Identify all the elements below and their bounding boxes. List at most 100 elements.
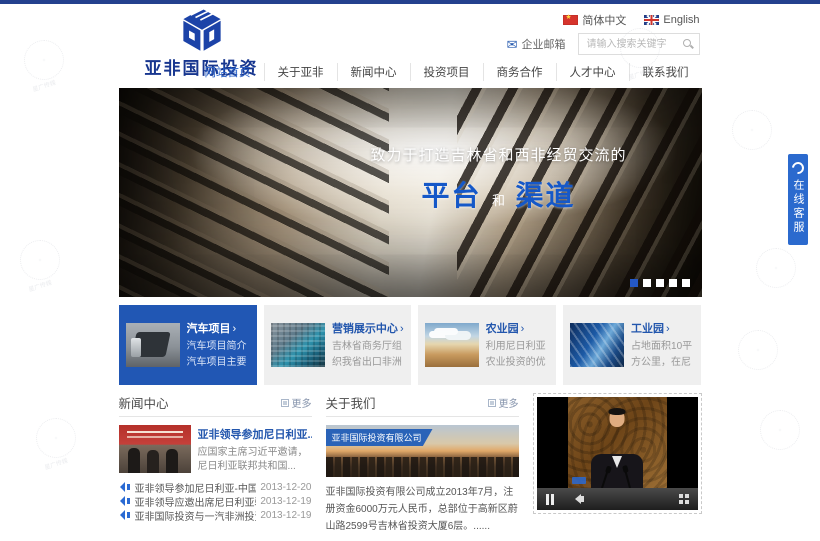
about-more-label: 更多	[499, 395, 519, 410]
carousel-dot-1[interactable]	[630, 279, 638, 287]
featured-news[interactable]: 亚非领导参加尼日利亚... 应国家主席习近平邀请，尼日利亚联邦共和国...	[119, 425, 312, 474]
industrial-photo	[570, 323, 624, 367]
online-service-tab[interactable]: 在线客服	[788, 154, 808, 245]
feature-title: 农业园	[486, 323, 519, 335]
nav-contact[interactable]: 联系我们	[629, 63, 702, 81]
search-box	[578, 33, 700, 55]
video-still-speaker	[568, 397, 667, 488]
watermark: 星广传媒	[36, 418, 76, 468]
china-flag-icon	[563, 15, 578, 25]
news-list-item[interactable]: 亚非领导参加尼日利亚-中国商务... 2013-12-20	[119, 480, 312, 494]
watermark	[760, 410, 800, 450]
carousel-dot-3[interactable]	[656, 279, 664, 287]
mailbox-label: 企业邮箱	[522, 36, 566, 52]
video-screen[interactable]	[537, 397, 698, 488]
banner-keyword-channel: 渠道	[515, 180, 575, 211]
speaker-icon	[127, 512, 130, 518]
feature-title: 汽车项目	[187, 323, 231, 335]
banner-keyword-platform: 平台	[422, 180, 482, 211]
about-more-link[interactable]: 更多	[488, 395, 519, 410]
feature-marketing-center[interactable]: 营销展示中心› 吉林省商务厅组织我省出口非洲企...	[264, 305, 411, 385]
video-player	[533, 393, 702, 514]
news-item-date: 2013-12-20	[260, 482, 311, 493]
lang-english[interactable]: English	[644, 14, 699, 26]
search-icon[interactable]	[682, 38, 694, 50]
page: 亚非国际投资 简体中文 English ✉ 企业邮箱	[0, 0, 820, 541]
video-section	[533, 393, 702, 535]
watermark	[738, 330, 778, 370]
nav-home[interactable]: 网站首页	[192, 63, 264, 81]
about-section-title: 关于我们	[326, 393, 376, 412]
news-item-text: 亚非国际投资与一汽非洲投资公司...	[135, 508, 257, 523]
news-item-date: 2013-12-19	[260, 510, 311, 521]
carousel-dot-5[interactable]	[682, 279, 690, 287]
cube-logo-icon	[177, 7, 227, 54]
utility-row: ✉ 企业邮箱	[507, 33, 700, 55]
content-columns: 新闻中心 更多 亚非领导参加尼日利亚... 应国家主席习近平邀请，尼日利亚联邦共…	[119, 393, 702, 535]
truck-photo	[126, 323, 180, 367]
more-icon	[488, 399, 496, 407]
lang-chinese-label: 简体中文	[582, 12, 626, 28]
carousel-dot-4[interactable]	[669, 279, 677, 287]
nav-talent[interactable]: 人才中心	[556, 63, 629, 81]
feature-desc: 利用尼日利亚农业投资的优惠政策...	[486, 339, 549, 371]
feature-desc: 汽车项目简介 汽车项目主要经营...	[187, 339, 250, 371]
news-section-title: 新闻中心	[119, 393, 169, 412]
lang-chinese[interactable]: 简体中文	[563, 12, 626, 28]
nav-news[interactable]: 新闻中心	[337, 63, 410, 81]
news-list-item[interactable]: 亚非国际投资与一汽非洲投资公司... 2013-12-19	[119, 508, 312, 522]
more-icon	[281, 399, 289, 407]
envelope-icon: ✉	[507, 38, 518, 51]
pause-button[interactable]	[546, 494, 549, 505]
watermark: 星广传媒	[20, 240, 60, 290]
main-nav: 网站首页 关于亚非 新闻中心 投资项目 商务合作 人才中心 联系我们	[192, 63, 702, 81]
header: 亚非国际投资 简体中文 English ✉ 企业邮箱	[0, 4, 820, 88]
about-text: 亚非国际投资有限公司成立2013年7月，注册资金6000万元人民币，总部位于高新…	[326, 484, 519, 535]
news-list: 亚非领导参加尼日利亚-中国商务... 2013-12-20 亚非领导应邀出席尼日…	[119, 480, 312, 522]
banner-slogan-line2: 平台 和 渠道	[334, 174, 664, 214]
watermark	[756, 248, 796, 288]
news-more-link[interactable]: 更多	[281, 395, 312, 410]
feature-title: 工业园	[631, 323, 664, 335]
speaker-icon	[127, 484, 130, 490]
enterprise-mailbox-link[interactable]: ✉ 企业邮箱	[507, 36, 566, 52]
lang-english-label: English	[663, 14, 699, 26]
carousel-dots	[630, 279, 690, 287]
news-list-item[interactable]: 亚非领导应邀出席尼日利亚驻沪总... 2013-12-19	[119, 494, 312, 508]
news-section: 新闻中心 更多 亚非领导参加尼日利亚... 应国家主席习近平邀请，尼日利亚联邦共…	[119, 393, 312, 535]
featured-news-photo	[119, 425, 191, 473]
about-skyline-photo[interactable]: 亚非国际投资有限公司	[326, 425, 519, 477]
nav-business[interactable]: 商务合作	[483, 63, 556, 81]
fullscreen-icon[interactable]	[679, 494, 689, 504]
featured-news-excerpt: 应国家主席习近平邀请，尼日利亚联邦共和国...	[198, 446, 312, 474]
news-item-text: 亚非领导应邀出席尼日利亚驻沪总...	[135, 494, 257, 509]
nav-projects[interactable]: 投资项目	[410, 63, 483, 81]
banner-slogan-line1: 致力于打造吉林省和西非经贸交流的	[334, 144, 664, 165]
online-service-label: 在线客服	[790, 179, 806, 235]
news-item-date: 2013-12-19	[260, 496, 311, 507]
news-more-label: 更多	[292, 395, 312, 410]
speaker-head	[610, 410, 625, 427]
chevron-right-icon: ›	[233, 323, 237, 335]
feature-auto-project[interactable]: 汽车项目› 汽车项目简介 汽车项目主要经营...	[119, 305, 257, 385]
featured-news-title: 亚非领导参加尼日利亚...	[198, 426, 312, 442]
hero-banner[interactable]: 致力于打造吉林省和西非经贸交流的 平台 和 渠道	[119, 88, 702, 297]
feature-desc: 吉林省商务厅组织我省出口非洲企...	[332, 339, 404, 371]
banner-slogan: 致力于打造吉林省和西非经贸交流的 平台 和 渠道	[334, 144, 664, 214]
carousel-dot-2[interactable]	[643, 279, 651, 287]
video-controls	[537, 488, 698, 510]
farmland-photo	[425, 323, 479, 367]
chevron-right-icon: ›	[400, 323, 404, 335]
volume-icon[interactable]	[575, 494, 581, 504]
banner-conjunction: 和	[492, 193, 505, 208]
feature-industrial-park[interactable]: 工业园› 占地面积10平方公里，在尼日利...	[563, 305, 701, 385]
feature-boxes: 汽车项目› 汽车项目简介 汽车项目主要经营... 营销展示中心› 吉林省商务厅组…	[119, 305, 702, 385]
about-section: 关于我们 更多 亚非国际投资有限公司 亚非国际投资有限公司成立2013年7月，注…	[326, 393, 519, 535]
city-aerial-photo	[271, 323, 325, 367]
uk-flag-icon	[644, 15, 659, 25]
feature-desc: 占地面积10平方公里，在尼日利...	[631, 339, 694, 371]
watermark	[732, 110, 772, 150]
search-input[interactable]	[585, 38, 682, 51]
nav-about[interactable]: 关于亚非	[264, 63, 337, 81]
feature-agriculture-park[interactable]: 农业园› 利用尼日利亚农业投资的优惠政策...	[418, 305, 556, 385]
